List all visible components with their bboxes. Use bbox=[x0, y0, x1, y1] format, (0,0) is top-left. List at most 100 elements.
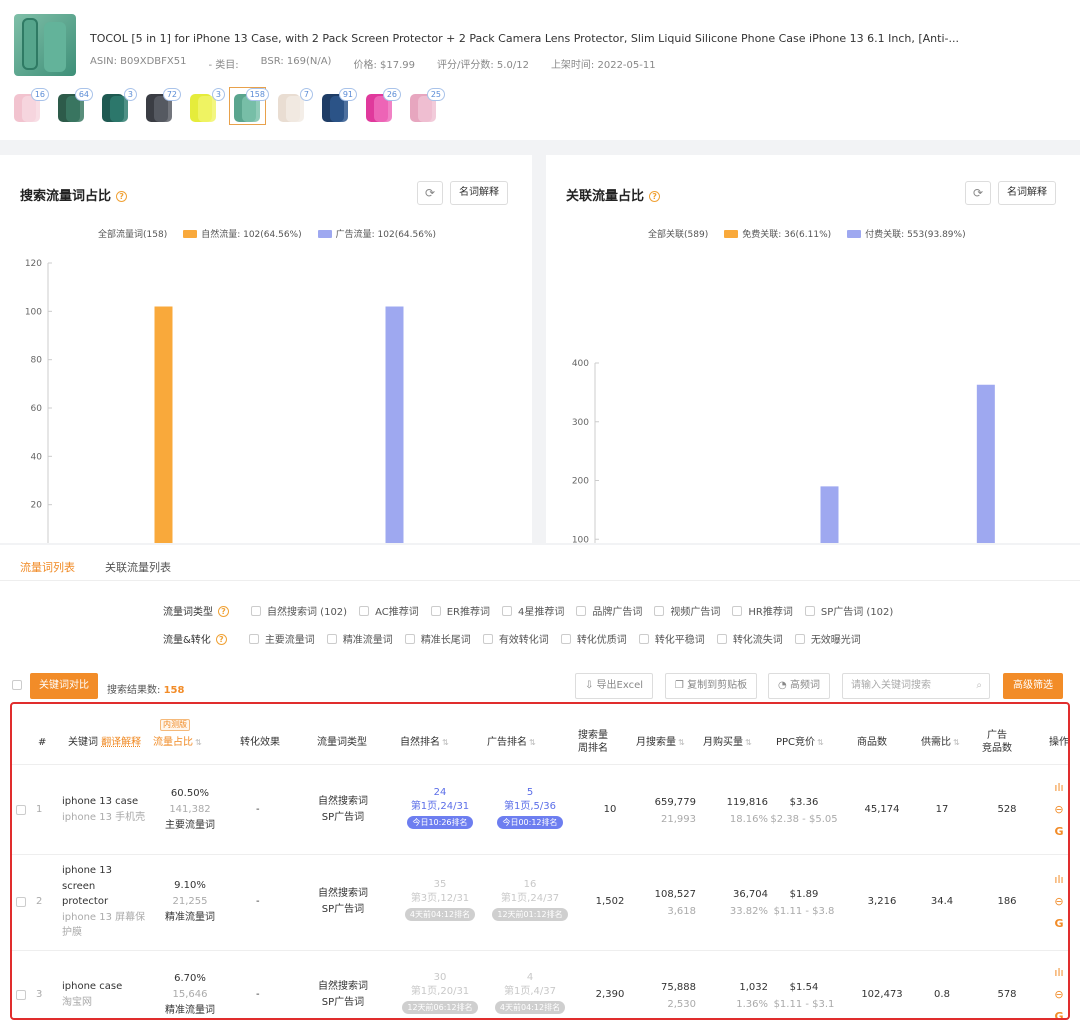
rank-value: 16 bbox=[523, 879, 537, 890]
row-checkbox[interactable] bbox=[16, 897, 26, 907]
variant-thumb[interactable]: 3 bbox=[98, 88, 137, 124]
variant-thumb[interactable]: 64 bbox=[54, 88, 93, 124]
minus-circle-icon[interactable]: ⊖ bbox=[1052, 984, 1066, 1006]
explain-button[interactable]: 名词解释 bbox=[998, 181, 1056, 205]
checkbox[interactable] bbox=[716, 633, 727, 644]
checkbox[interactable] bbox=[482, 633, 493, 644]
keyword-type-option[interactable]: HR推荐词 bbox=[732, 603, 793, 618]
checkbox[interactable] bbox=[576, 605, 587, 616]
row-checkbox[interactable] bbox=[16, 990, 26, 1000]
checkbox[interactable] bbox=[794, 633, 805, 644]
legend-organic[interactable]: 自然流量: 102(64.56%) bbox=[183, 227, 302, 240]
col-ppc[interactable]: PPC竞价 ⇅ bbox=[776, 736, 824, 749]
col-monthly-purchase[interactable]: 月购买量 ⇅ bbox=[703, 736, 752, 749]
col-weekly-rank[interactable]: 搜索量 周排名 bbox=[578, 729, 608, 755]
conversion-option[interactable]: 转化流失词 bbox=[716, 631, 783, 646]
checkbox[interactable] bbox=[404, 633, 415, 644]
keyword-type-option[interactable]: SP广告词 (102) bbox=[804, 603, 893, 618]
keyword-compare-button[interactable]: 关键词对比 bbox=[30, 673, 98, 699]
legend-all[interactable]: 全部关联(589) bbox=[648, 227, 708, 240]
conversion-option[interactable]: 主要流量词 bbox=[248, 631, 315, 646]
variant-thumb[interactable]: 72 bbox=[142, 88, 181, 124]
legend-all[interactable]: 全部流量词(158) bbox=[98, 227, 167, 240]
checkbox[interactable] bbox=[654, 605, 665, 616]
help-icon[interactable]: ? bbox=[215, 634, 227, 645]
google-icon[interactable]: G bbox=[1052, 913, 1066, 935]
keyword-type-option[interactable]: 品牌广告词 bbox=[576, 603, 642, 618]
trend-chart-icon[interactable]: ılı bbox=[1052, 869, 1066, 891]
checkbox[interactable] bbox=[326, 633, 337, 644]
checkbox[interactable] bbox=[804, 605, 815, 616]
checkbox[interactable] bbox=[560, 633, 571, 644]
col-keyword-type: 流量词类型 bbox=[317, 737, 367, 748]
keyword-type-option[interactable]: AC推荐词 bbox=[359, 603, 419, 618]
conversion-option[interactable]: 精准流量词 bbox=[326, 631, 393, 646]
advanced-filter-button[interactable]: 高级筛选 bbox=[1003, 673, 1063, 699]
ad-rank-cell[interactable]: 5 第1页,5/36 今日00:12排名 bbox=[490, 786, 570, 830]
asin[interactable]: ASIN: B09XDBFX51 bbox=[90, 56, 187, 71]
checkbox[interactable] bbox=[248, 633, 259, 644]
help-icon[interactable]: ? bbox=[218, 606, 229, 617]
organic-rank-cell[interactable]: 30 第1页,20/31 12天前06:12排名 bbox=[400, 971, 480, 1015]
keyword-cell[interactable]: iphone 13 screen protector iphone 13 屏幕保 护膜 bbox=[62, 863, 145, 941]
checkbox[interactable] bbox=[638, 633, 649, 644]
ad-rank-cell[interactable]: 4 第1页,4/37 4天前04:12排名 bbox=[490, 971, 570, 1015]
keyword-cell[interactable]: iphone 13 case iphone 13 手机壳 bbox=[62, 794, 145, 826]
variant-thumb[interactable]: 3 bbox=[186, 88, 225, 124]
product-thumbnail[interactable] bbox=[14, 14, 76, 76]
tab-related-traffic[interactable]: 关联流量列表 bbox=[105, 559, 171, 575]
explain-button[interactable]: 名词解释 bbox=[450, 181, 508, 205]
checkbox[interactable] bbox=[502, 605, 513, 616]
copy-clipboard-button[interactable]: ❐ 复制到剪贴板 bbox=[665, 673, 757, 699]
legend-paid[interactable]: 付费关联: 553(93.89%) bbox=[847, 227, 966, 240]
checkbox[interactable] bbox=[359, 605, 370, 616]
conversion-option[interactable]: 无效曝光词 bbox=[794, 631, 861, 646]
translate-link[interactable]: 翻译解释 bbox=[101, 737, 141, 748]
keyword-search-input[interactable]: 请输入关键词搜索 ⌕ bbox=[842, 673, 990, 699]
keyword-cell[interactable]: iphone case 淘宝网 bbox=[62, 979, 122, 1011]
variant-thumb[interactable]: 26 bbox=[362, 88, 401, 124]
col-traffic-share[interactable]: 流量占比 ⇅ bbox=[153, 736, 202, 749]
frequent-words-button[interactable]: ◔ 高频词 bbox=[768, 673, 830, 699]
keyword-type-option[interactable]: 视频广告词 bbox=[654, 603, 720, 618]
conversion-option[interactable]: 转化平稳词 bbox=[638, 631, 705, 646]
refresh-button[interactable]: ⟳ bbox=[417, 181, 443, 205]
variant-thumb[interactable]: 25 bbox=[406, 88, 445, 124]
google-icon[interactable]: G bbox=[1052, 821, 1066, 843]
organic-rank-cell[interactable]: 35 第3页,12/31 4天前04:12排名 bbox=[400, 878, 480, 922]
organic-rank-cell[interactable]: 24 第1页,24/31 今日10:26排名 bbox=[400, 786, 480, 830]
help-icon[interactable]: ? bbox=[116, 191, 128, 202]
checkbox[interactable] bbox=[251, 605, 261, 616]
conversion-option[interactable]: 转化优质词 bbox=[560, 631, 627, 646]
variant-thumb[interactable]: 158 bbox=[229, 87, 269, 125]
minus-circle-icon[interactable]: ⊖ bbox=[1052, 799, 1066, 821]
col-organic-rank[interactable]: 自然排名 ⇅ bbox=[400, 736, 449, 749]
export-excel-button[interactable]: ⇩ 导出Excel bbox=[575, 673, 653, 699]
keyword-type-option[interactable]: 4星推荐词 bbox=[502, 603, 564, 618]
checkbox[interactable] bbox=[430, 605, 441, 616]
google-icon[interactable]: G bbox=[1052, 1006, 1066, 1018]
legend-ad[interactable]: 广告流量: 102(64.56%) bbox=[317, 227, 436, 240]
product-title[interactable]: TOCOL [5 in 1] for iPhone 13 Case, with … bbox=[90, 32, 959, 45]
help-icon[interactable]: ? bbox=[649, 191, 661, 202]
col-monthly-search[interactable]: 月搜索量 ⇅ bbox=[636, 736, 685, 749]
conversion-option[interactable]: 有效转化词 bbox=[482, 631, 549, 646]
refresh-button[interactable]: ⟳ bbox=[965, 181, 991, 205]
keyword-type-option[interactable]: ER推荐词 bbox=[430, 603, 490, 618]
legend-free[interactable]: 免费关联: 36(6.11%) bbox=[724, 227, 831, 240]
row-checkbox[interactable] bbox=[16, 804, 26, 815]
minus-circle-icon[interactable]: ⊖ bbox=[1052, 891, 1066, 913]
variant-thumb[interactable]: 7 bbox=[274, 88, 313, 124]
trend-chart-icon[interactable]: ılı bbox=[1052, 962, 1066, 984]
col-ad-rank[interactable]: 广告排名 ⇅ bbox=[487, 736, 536, 749]
ad-rank-cell[interactable]: 16 第1页,24/37 12天前01:12排名 bbox=[490, 878, 570, 922]
keyword-type-option[interactable]: 自然搜索词 (102) bbox=[251, 603, 347, 618]
col-ad-products[interactable]: 广告 竞品数 bbox=[982, 729, 1012, 755]
variant-thumb[interactable]: 16 bbox=[10, 88, 49, 124]
trend-chart-icon[interactable]: ılı bbox=[1052, 777, 1066, 799]
conversion-option[interactable]: 精准长尾词 bbox=[404, 631, 471, 646]
checkbox[interactable] bbox=[732, 605, 743, 616]
select-all-checkbox[interactable] bbox=[12, 680, 22, 690]
col-supply-ratio[interactable]: 供需比 ⇅ bbox=[921, 736, 960, 749]
variant-thumb[interactable]: 91 bbox=[318, 88, 357, 124]
